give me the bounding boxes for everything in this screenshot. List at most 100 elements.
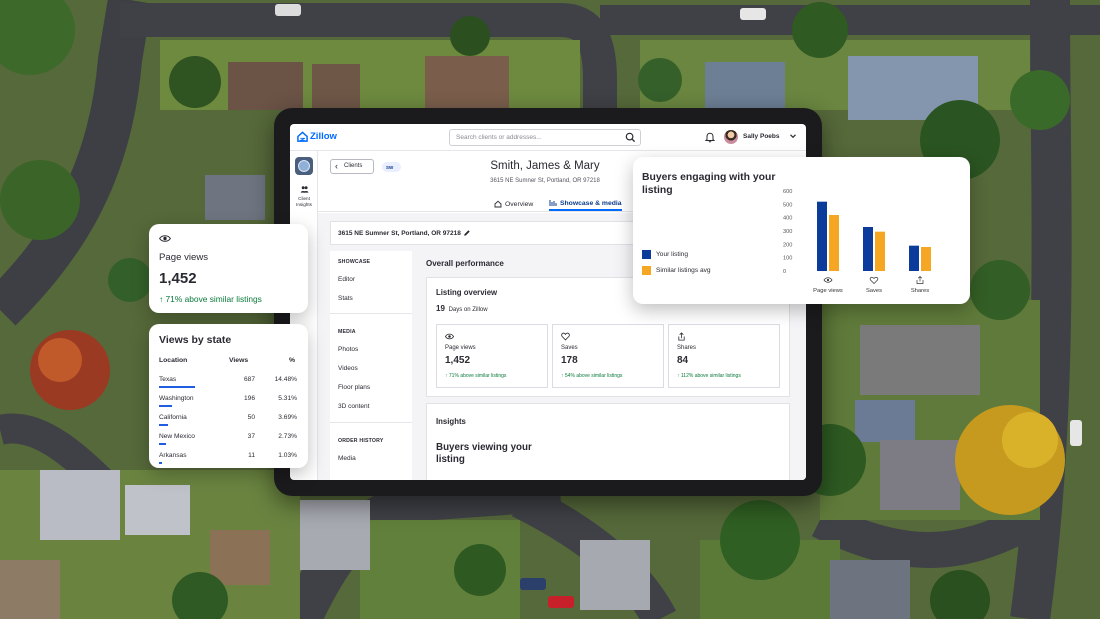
listing-address: 3615 NE Sumner St, Portland, OR 97218 [338,230,461,237]
views-cell: 37 [247,433,255,440]
tab-showcase-media[interactable]: Showcase & media [549,197,622,211]
y-tick-label: 100 [783,256,792,262]
tab-label: Showcase & media [560,199,622,207]
legend-label: Your listing [656,251,689,258]
overall-performance-title: Overall performance [426,259,504,268]
metric-label: Shares [677,345,697,351]
logo-text: Zillow [310,131,337,142]
sidenav-header-showcase: SHOWCASE [338,259,371,265]
eye-icon [445,333,454,340]
metric-trend: ↑ 71% above similar listings [445,373,507,379]
section-sidenav: SHOWCASE Editor Stats MEDIA Photos Video… [330,251,412,480]
bar-your-listing [863,227,873,271]
share-bar [159,405,173,407]
share-icon [678,332,685,341]
sidenav-item-stats[interactable]: Stats [338,295,353,302]
eye-icon [159,235,171,242]
tab-label: Overview [505,200,534,208]
insights-subtitle: Buyers viewing your listing [436,442,532,465]
eye-pupil [826,278,830,282]
bar-your-listing [909,245,919,271]
location-cell: Arkansas [159,452,187,459]
page-views-value: 1,452 [159,270,197,287]
bar-chart-icon [549,200,557,206]
column-header-views: Views [229,357,249,364]
views-cell: 11 [248,452,255,459]
top-navigation-bar: Zillow Search clients or addresses... Sa… [290,124,806,151]
sidenav-item-editor[interactable]: Editor [338,276,355,283]
table-row: Washington 196 5.31% [149,395,308,414]
people-icon [300,186,308,193]
sidenav-item-photos[interactable]: Photos [338,346,358,353]
listing-overview-title: Listing overview [436,288,498,297]
days-label: Days on Zillow [448,307,488,313]
page-views-card: Page views 1,452 ↑ 71% above similar lis… [149,224,308,313]
buyers-engaging-card: Buyers engaging with your listing Your l… [633,157,970,304]
x-category-label: Shares [911,288,929,294]
back-button-label: Clients [344,163,363,169]
tab-overview[interactable]: Overview [494,197,533,211]
search-placeholder: Search clients or addresses... [456,134,542,141]
agent-badge[interactable] [295,157,313,175]
chart-title: Buyers engaging with your listing [642,172,776,196]
table-row: Texas 687 14.48% [149,376,308,395]
metric-value: 178 [561,355,578,366]
legend-swatch-your-listing [642,250,651,259]
x-category-label: Saves [866,288,882,294]
percent-cell: 3.69% [278,414,297,421]
share-bar [159,424,169,426]
views-by-state-card: Views by state Location Views % Texas 687… [149,324,308,468]
table-row: Arkansas 11 1.03% [149,452,308,471]
sidenav-divider [330,422,412,423]
user-name[interactable]: Sally Poebs [743,133,780,140]
sidenav-header-media: MEDIA [338,329,356,335]
legend-label: Similar listings avg [656,267,711,274]
zillow-logo[interactable]: Zillow [297,131,337,142]
metric-trend: ↑ 54% above similar listings [561,373,623,379]
page-views-trend: ↑ 71% above similar listings [159,294,262,304]
metric-card-saves: Saves 178 ↑ 54% above similar listings [552,324,664,388]
table-row: New Mexico 37 2.73% [149,433,308,452]
location-cell: California [159,414,187,421]
notification-bell-icon[interactable] [704,131,716,143]
x-category-label: Page views [813,288,843,294]
insights-card: Insights Buyers viewing your listing [426,403,790,480]
rail-item-label: Client Insights [296,196,312,207]
chevron-down-icon[interactable] [789,132,797,140]
sidenav-item-videos[interactable]: Videos [338,365,358,372]
y-tick-label: 400 [783,216,792,222]
metric-value: 84 [677,355,689,366]
y-tick-label: 500 [783,202,792,208]
client-initials-badge: SW [382,162,401,172]
days-value: 19 [436,304,445,313]
user-avatar[interactable] [724,130,738,144]
zillow-house-icon [297,131,308,142]
y-tick-label: 300 [783,229,792,235]
client-address: 3615 NE Sumner St, Portland, OR 97218 [490,178,600,184]
y-tick-label: 600 [783,189,792,195]
rail-item-client-insights[interactable]: Client Insights [292,185,316,207]
sidenav-item-3d-content[interactable]: 3D content [338,403,369,410]
search-input[interactable]: Search clients or addresses... [449,129,641,146]
days-on-zillow: 19 Days on Zillow [436,304,488,313]
metric-value: 1,452 [445,355,471,366]
metric-card-shares: Shares 84 ↑ 112% above similar listings [668,324,780,388]
sidenav-header-order-history: ORDER HISTORY [338,438,384,444]
views-by-state-title: Views by state [159,334,232,346]
percent-cell: 1.03% [278,452,297,459]
sidenav-item-media[interactable]: Media [338,455,356,462]
views-cell: 687 [243,376,255,383]
share-icon [916,276,924,284]
metric-trend: ↑ 112% above similar listings [677,373,741,379]
engagement-bar-chart: 0 100 200 300 400 500 600 Page views Saves Shares [783,189,931,294]
share-bar [159,462,162,464]
search-icon[interactable] [625,132,636,143]
y-tick-label: 0 [783,269,786,275]
back-to-clients-button[interactable]: Clients [330,159,374,174]
edit-pencil-icon[interactable] [463,229,471,237]
views-cell: 50 [247,414,255,421]
share-bar [159,443,166,445]
legend-item-similar-listings: Similar listings avg [642,266,711,275]
sidenav-item-floor-plans[interactable]: Floor plans [338,384,370,391]
bar-similar-listings [921,247,931,271]
